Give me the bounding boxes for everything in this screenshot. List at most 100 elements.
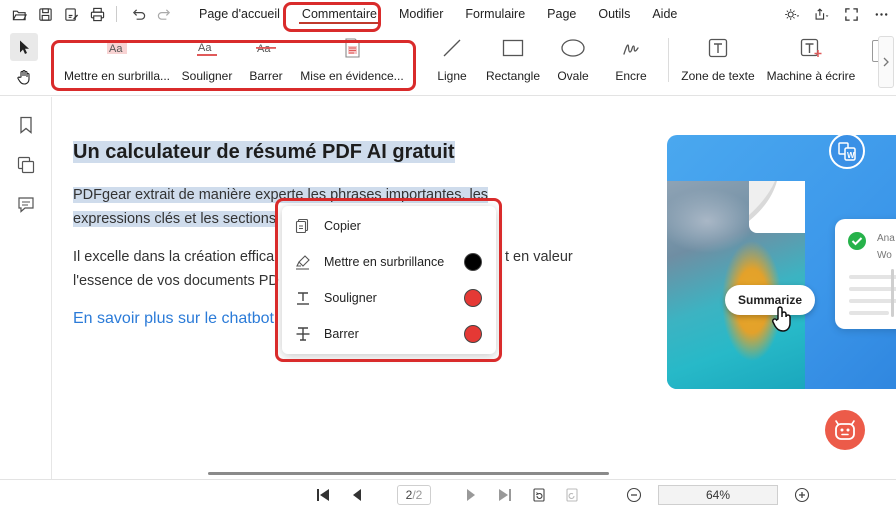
tool-label: Mettre en surbrilla... — [63, 69, 171, 83]
save-icon[interactable] — [32, 1, 58, 27]
menu-modifier[interactable]: Modifier — [388, 0, 454, 28]
undo-icon[interactable] — [125, 1, 151, 27]
zoom-out-icon[interactable] — [623, 485, 645, 505]
ctx-label: Souligner — [324, 291, 377, 305]
pdfgear-window: Page d'accueil Commentaire Modifier Form… — [0, 0, 896, 510]
analysis-card: Ana Wo — [835, 219, 896, 329]
next-page-icon[interactable] — [460, 485, 482, 505]
fullscreen-icon[interactable] — [836, 0, 866, 28]
zoom-level-field[interactable]: 64% — [658, 485, 778, 505]
rotate-page-icon[interactable] — [528, 485, 550, 505]
last-page-icon[interactable] — [494, 485, 516, 505]
tool-machine-a-ecrire[interactable]: Machine à écrire — [766, 34, 856, 90]
tool-zone-de-texte[interactable]: Zone de texte — [680, 34, 756, 90]
print-icon[interactable] — [84, 1, 110, 27]
thumbnails-icon[interactable] — [14, 153, 38, 177]
tool-barrer[interactable]: Aa Barrer — [246, 34, 286, 90]
strikethrough-text-icon: Aa — [254, 34, 278, 62]
rectangle-icon — [501, 34, 525, 62]
theme-sun-icon[interactable] — [776, 0, 806, 28]
paragraph-2-line-1: Il excelle dans la création effica — [73, 249, 275, 265]
ctx-souligner[interactable]: Souligner — [282, 280, 496, 316]
menu-page[interactable]: Page — [536, 0, 587, 28]
main-menu: Page d'accueil Commentaire Modifier Form… — [188, 0, 688, 28]
tool-mise-en-evidence[interactable]: Mise en évidence... — [300, 34, 404, 90]
paragraph-1-line-2: expressions clés et les sections — [73, 207, 277, 231]
color-swatch-red[interactable] — [464, 289, 482, 307]
highlighter-icon — [282, 254, 324, 270]
paragraph-1-line-1: PDFgear extrait de manière experte les p… — [73, 183, 489, 207]
redo-icon[interactable] — [151, 1, 177, 27]
comment-ribbon: Aa Mettre en surbrilla... Aa Souligner A… — [0, 28, 896, 96]
ctx-mettre-en-surbrillance[interactable]: Mettre en surbrillance — [282, 244, 496, 280]
ctx-label: Barrer — [324, 327, 359, 341]
save-as-icon[interactable] — [58, 1, 84, 27]
window-controls — [776, 0, 896, 28]
page-total: /2 — [412, 488, 423, 502]
first-page-icon[interactable] — [312, 485, 334, 505]
bookmark-icon[interactable] — [14, 113, 38, 137]
svg-text:Aa: Aa — [109, 43, 123, 55]
page-number-field[interactable]: 2/2 — [397, 485, 431, 505]
open-folder-icon[interactable] — [6, 1, 32, 27]
highlight-text-icon: Aa — [105, 34, 129, 62]
status-bar: 2/2 64% — [0, 479, 896, 510]
textbox-icon — [707, 34, 729, 62]
ribbon-separator — [668, 38, 669, 82]
tool-souligner[interactable]: Aa Souligner — [178, 34, 236, 90]
page-current: 2 — [405, 488, 413, 502]
tool-label: Machine à écrire — [766, 69, 856, 83]
tool-ligne[interactable]: Ligne — [436, 34, 468, 90]
promo-illustration: Ana Wo Summarize W — [667, 135, 896, 389]
menu-formulaire[interactable]: Formulaire — [454, 0, 536, 28]
horizontal-scrollbar[interactable] — [208, 472, 609, 475]
line-icon — [441, 34, 463, 62]
tool-label: Mise en évidence... — [300, 69, 404, 83]
tool-mettre-en-surbrillance[interactable]: Aa Mettre en surbrilla... — [62, 34, 172, 90]
top-bar: Page d'accueil Commentaire Modifier Form… — [0, 0, 896, 28]
color-swatch-red[interactable] — [464, 325, 482, 343]
strikethrough-icon — [282, 326, 324, 342]
rotate-page-right-icon[interactable] — [561, 485, 583, 505]
color-swatch-black[interactable] — [464, 253, 482, 271]
chatbot-link[interactable]: En savoir plus sur le chatbot — [73, 310, 274, 328]
tool-label: Rectangle — [485, 69, 541, 83]
hand-pointer-icon — [772, 306, 791, 332]
ctx-copier[interactable]: Copier — [282, 208, 496, 244]
tool-label: Encre — [615, 69, 647, 83]
ai-chatbot-button[interactable] — [825, 410, 865, 450]
ctx-barrer[interactable]: Barrer — [282, 316, 496, 352]
menu-aide[interactable]: Aide — [641, 0, 688, 28]
document-title: Un calculateur de résumé PDF AI gratuit — [73, 141, 455, 164]
chevron-right-icon — [883, 57, 889, 67]
ribbon-scroll-right[interactable] — [878, 36, 894, 88]
ctx-label: Copier — [324, 219, 361, 233]
copy-icon — [282, 218, 324, 234]
svg-text:W: W — [847, 151, 855, 160]
area-highlight-icon — [341, 34, 363, 62]
zoom-in-icon[interactable] — [791, 485, 813, 505]
share-icon[interactable] — [806, 0, 836, 28]
summarize-button: Summarize — [725, 285, 815, 315]
paper-sheet — [749, 181, 805, 233]
menu-page-accueil[interactable]: Page d'accueil — [188, 0, 291, 28]
tool-label: Barrer — [249, 69, 283, 83]
more-icon[interactable] — [866, 0, 896, 28]
prev-page-icon[interactable] — [346, 485, 368, 505]
toolbar-separator — [116, 6, 117, 22]
selected-text: Un calculateur de résumé PDF AI gratuit — [73, 141, 455, 163]
ink-pen-icon — [620, 34, 642, 62]
typewriter-icon — [799, 34, 823, 62]
tool-label: Zone de texte — [681, 69, 755, 83]
menu-commentaire[interactable]: Commentaire — [291, 0, 388, 28]
tool-rectangle[interactable]: Rectangle — [485, 34, 541, 90]
menu-outils[interactable]: Outils — [587, 0, 641, 28]
tool-encre[interactable]: Encre — [614, 34, 648, 90]
pdf-to-word-icon: W — [825, 135, 869, 171]
tool-label: Souligner — [181, 69, 233, 83]
tool-ovale[interactable]: Ovale — [556, 34, 590, 90]
selected-text: PDFgear extrait de manière experte les p… — [73, 187, 489, 203]
underline-text-icon: Aa — [195, 34, 219, 62]
svg-text:Aa: Aa — [257, 43, 271, 55]
comments-panel-icon[interactable] — [14, 193, 38, 217]
